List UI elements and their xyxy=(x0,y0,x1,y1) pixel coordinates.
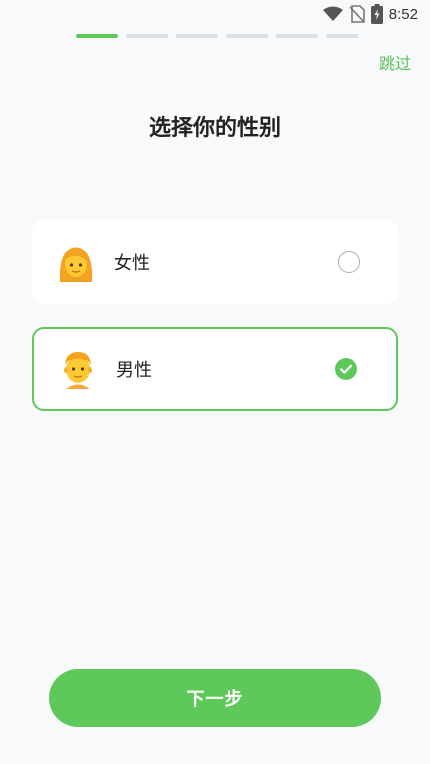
page-title: 选择你的性别 xyxy=(148,116,281,141)
progress-segment xyxy=(326,34,358,38)
progress-segment xyxy=(226,34,268,38)
next-button[interactable]: 下一步 xyxy=(49,669,381,727)
check-circle-icon[interactable] xyxy=(335,358,357,380)
no-sim-icon xyxy=(349,5,365,23)
progress-segment xyxy=(126,34,168,38)
option-female[interactable]: 女性 xyxy=(32,220,398,304)
progress-segment xyxy=(76,34,118,38)
option-label: 男性 xyxy=(116,360,152,381)
skip-button[interactable]: 跳过 xyxy=(379,50,411,74)
progress-segment xyxy=(176,34,218,38)
battery-charging-icon xyxy=(370,4,383,24)
radio-unselected[interactable] xyxy=(338,251,360,273)
woman-emoji-icon xyxy=(59,247,93,282)
status-icons: 8:52 xyxy=(322,4,418,24)
man-emoji-icon xyxy=(64,352,92,389)
progress-segment xyxy=(276,34,318,38)
option-label: 女性 xyxy=(114,253,150,274)
option-male[interactable]: 男性 xyxy=(32,327,398,411)
wifi-icon xyxy=(322,6,343,21)
status-time: 8:52 xyxy=(388,5,418,23)
status-bar: 8:52 xyxy=(0,0,430,30)
progress-indicator xyxy=(76,34,358,39)
